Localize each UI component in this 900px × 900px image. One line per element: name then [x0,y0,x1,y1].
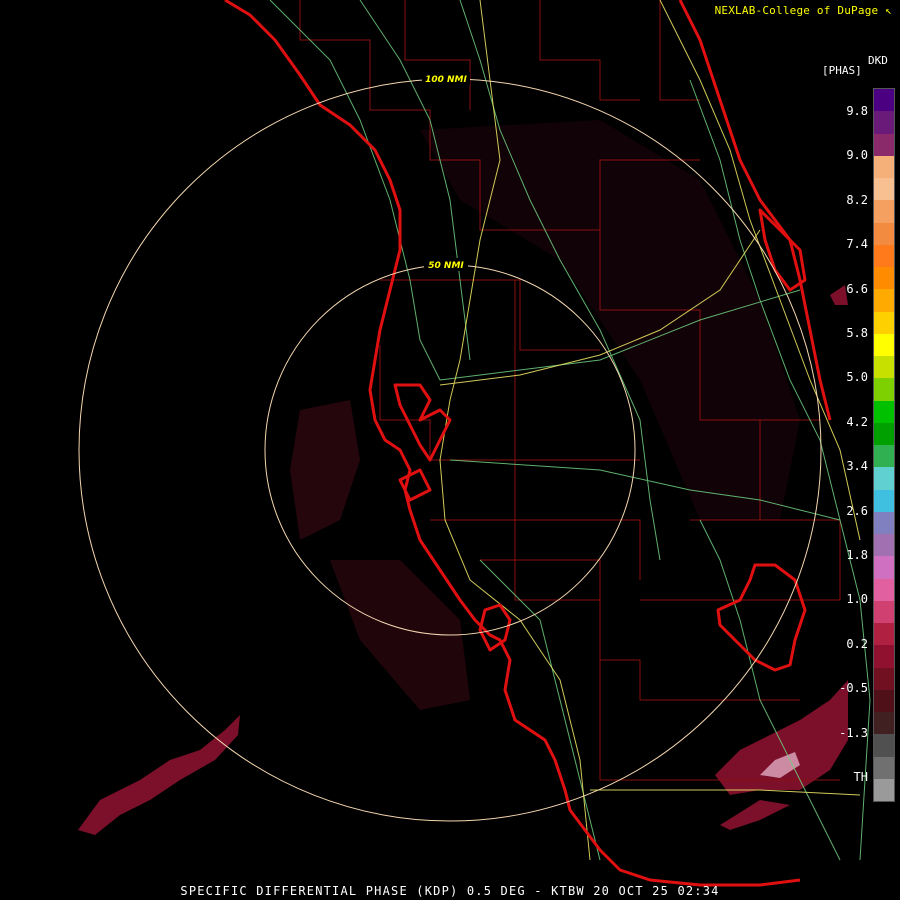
colorbar-swatch [874,311,894,334]
colorbar-swatch [874,133,894,156]
colorbar-swatch [874,600,894,623]
colorbar [873,88,895,802]
colorbar-label: 9.8 [846,104,868,118]
colorbar-swatch [874,667,894,690]
colorbar-label: 1.0 [846,592,868,607]
colorbar-swatch [874,756,894,779]
colorbar-unit: [PHAS] [822,64,862,77]
colorbar-swatch [874,89,894,112]
credit-label: NEXLAB-College of DuPage ↖ [715,4,892,17]
range-label-50: 50 NMI [428,261,464,271]
colorbar-swatch [874,356,894,379]
colorbar-swatch [874,445,894,468]
colorbar-label: 4.2 [846,414,868,429]
colorbar-swatch [874,200,894,223]
colorbar-swatch [874,244,894,267]
colorbar-swatch [874,111,894,134]
colorbar-label: 7.4 [846,237,868,252]
colorbar-swatch [874,534,894,557]
colorbar-swatch [874,155,894,178]
colorbar-label: 1.8 [846,548,868,562]
credit-arrow-icon: ↖ [885,4,892,17]
colorbar-swatch [874,422,894,445]
colorbar-swatch [874,734,894,757]
colorbar-label: 9.0 [846,148,868,163]
colorbar-swatch [874,511,894,534]
colorbar-swatch [874,267,894,290]
colorbar-label: 0.2 [846,636,868,651]
credit-text: NEXLAB-College of DuPage [714,4,879,17]
colorbar-label: 5.8 [846,326,868,340]
colorbar-swatch [874,222,894,245]
product-caption: SPECIFIC DIFFERENTIAL PHASE (KDP) 0.5 DE… [180,884,720,898]
colorbar-label: 6.6 [846,281,868,296]
colorbar-swatch [874,556,894,579]
colorbar-swatch [874,289,894,312]
colorbar-swatch [874,712,894,735]
colorbar-swatch [874,778,894,801]
colorbar-label: 2.6 [846,503,868,518]
range-label-100: 100 NMI [425,75,467,85]
colorbar-label: 5.0 [846,370,868,385]
colorbar-swatch [874,645,894,668]
colorbar-swatch [874,578,894,601]
colorbar-label: -1.3 [839,725,868,740]
colorbar-product-code: DKD [868,54,888,67]
radar-display: 100 NMI 50 NMI NEXLAB-College of DuPage … [0,0,900,900]
colorbar-label: 3.4 [846,459,868,474]
colorbar-label: TH [853,770,868,784]
colorbar-swatch [874,400,894,423]
colorbar-swatch [874,333,894,356]
colorbar-swatch [874,467,894,490]
colorbar-label: 8.2 [846,192,868,207]
colorbar-swatch [874,623,894,646]
colorbar-label: -0.5 [839,681,868,696]
colorbar-swatch [874,689,894,712]
colorbar-swatch [874,489,894,512]
radar-map: 100 NMI 50 NMI [0,0,900,900]
colorbar-swatch [874,378,894,401]
colorbar-swatch [874,178,894,201]
